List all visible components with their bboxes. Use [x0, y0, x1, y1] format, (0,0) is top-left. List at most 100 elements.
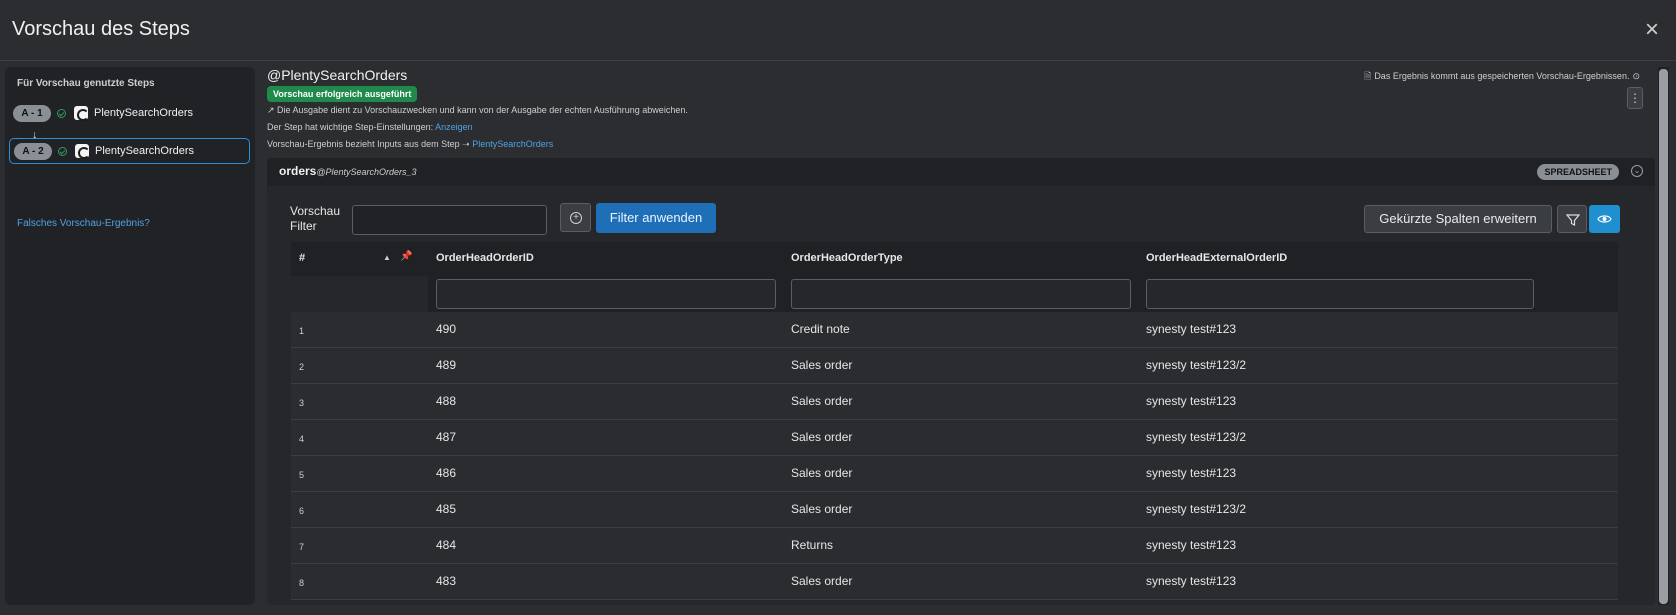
- inputs-line: Vorschau-Ergebnis bezieht Inputs aus dem…: [267, 139, 553, 150]
- preview-filter-label: Vorschau Filter: [290, 204, 340, 234]
- col-header-index: #: [299, 252, 306, 264]
- order-type-cell: Credit note: [791, 322, 850, 336]
- order-id-filter-input[interactable]: [436, 279, 776, 309]
- order-type-cell: Sales order: [791, 430, 853, 444]
- order-type-cell: Returns: [791, 538, 834, 552]
- view-toggle-button[interactable]: [1589, 205, 1620, 233]
- order-type-cell: Sales order: [791, 502, 853, 516]
- sort-asc-icon[interactable]: ▲: [383, 253, 391, 262]
- main-scrollbar-thumb[interactable]: [1659, 69, 1668, 604]
- col-header-order-id[interactable]: OrderHeadOrderID: [436, 252, 534, 264]
- row-index: 4: [299, 434, 305, 444]
- filter-toggle-button[interactable]: [1557, 205, 1587, 233]
- document-icon: 🗎: [1364, 71, 1372, 81]
- step-badge: A - 1: [13, 104, 51, 122]
- order-id-cell: 483: [436, 574, 457, 588]
- input-step-link[interactable]: PlentySearchOrders: [472, 139, 553, 149]
- collapse-icon[interactable]: ⌄: [1631, 165, 1643, 177]
- filter-label-line2: Filter: [290, 219, 317, 233]
- order-type-cell: Sales order: [791, 358, 853, 372]
- table-row[interactable]: 6 485 Sales order synesty test#123/2: [291, 492, 1618, 528]
- preview-disclaimer: ↗ Die Ausgabe dient zu Vorschauzwecken u…: [267, 105, 688, 115]
- order-type-cell: Sales order: [791, 574, 853, 588]
- spreadsheet-panel: orders@PlentySearchOrders_3 SPREADSHEET …: [267, 158, 1655, 605]
- plus-circle-icon: +: [570, 212, 582, 224]
- check-circle-icon: [58, 146, 67, 156]
- external-id-cell: synesty test#123: [1146, 322, 1237, 336]
- row-index: 8: [299, 578, 305, 588]
- status-badge: Vorschau erfolgreich ausgeführt: [267, 86, 418, 102]
- order-id-cell: 484: [436, 538, 457, 552]
- column-filter-row: [291, 276, 1618, 312]
- step-badge: A - 2: [14, 142, 52, 160]
- row-index: 5: [299, 470, 305, 480]
- order-type-cell: Sales order: [791, 466, 853, 480]
- expand-columns-button[interactable]: Gekürzte Spalten erweitern: [1364, 205, 1552, 233]
- table-row[interactable]: 8 483 Sales order synesty test#123: [291, 564, 1618, 600]
- preview-main: @PlentySearchOrders Vorschau erfolgreich…: [267, 67, 1657, 605]
- filter-label-line1: Vorschau: [290, 204, 341, 218]
- check-circle-icon: [57, 108, 66, 118]
- external-id-cell: synesty test#123: [1146, 466, 1237, 480]
- show-settings-link[interactable]: Anzeigen: [435, 122, 473, 132]
- order-id-cell: 490: [436, 322, 457, 336]
- external-id-cell: synesty test#123/2: [1146, 502, 1247, 516]
- row-index: 2: [299, 362, 305, 372]
- table-row[interactable]: 1 490 Credit note synesty test#123: [291, 312, 1618, 348]
- row-index: 6: [299, 506, 305, 516]
- dataset-name: orders: [279, 164, 317, 178]
- step-label: PlentySearchOrders: [94, 107, 194, 119]
- table-row[interactable]: 4 487 Sales order synesty test#123/2: [291, 420, 1618, 456]
- col-header-order-type[interactable]: OrderHeadOrderType: [791, 252, 903, 264]
- step-item-a1[interactable]: A - 1 PlentySearchOrders: [9, 100, 250, 126]
- plentymarkets-icon: [75, 144, 90, 159]
- saved-result-note: 🗎 Das Ergebnis kommt aus gespeicherten Vo…: [1361, 69, 1643, 85]
- add-filter-button[interactable]: +: [560, 203, 591, 232]
- data-grid: # ▲ 📌 OrderHeadOrderID OrderHeadOrderTyp…: [291, 242, 1618, 605]
- step-item-a2[interactable]: A - 2 PlentySearchOrders: [9, 138, 250, 164]
- step-name: @PlentySearchOrders: [267, 67, 408, 83]
- external-id-cell: synesty test#123/2: [1146, 358, 1247, 372]
- order-id-cell: 487: [436, 430, 457, 444]
- table-row[interactable]: 2 489 Sales order synesty test#123/2: [291, 348, 1618, 384]
- table-row[interactable]: 3 488 Sales order synesty test#123: [291, 384, 1618, 420]
- order-id-cell: 488: [436, 394, 457, 408]
- dataset-source: @PlentySearchOrders_3: [316, 167, 417, 177]
- row-index: 1: [299, 326, 305, 336]
- spreadsheet-badge: SPREADSHEET: [1537, 164, 1619, 180]
- order-id-cell: 485: [436, 502, 457, 516]
- external-id-cell: synesty test#123: [1146, 538, 1237, 552]
- table-row[interactable]: 7 484 Returns synesty test#123: [291, 528, 1618, 564]
- inputs-text: Vorschau-Ergebnis bezieht Inputs aus dem…: [267, 139, 470, 149]
- close-button[interactable]: ×: [1640, 18, 1664, 42]
- more-options-button[interactable]: ⋮: [1627, 87, 1643, 109]
- order-type-filter-input[interactable]: [791, 279, 1131, 309]
- modal-title: Vorschau des Steps: [12, 18, 190, 40]
- row-index: 7: [299, 542, 305, 552]
- order-id-cell: 489: [436, 358, 457, 372]
- step-label: PlentySearchOrders: [95, 145, 195, 157]
- plentymarkets-icon: [74, 106, 89, 121]
- external-id-cell: synesty test#123: [1146, 394, 1237, 408]
- eye-icon: [1597, 215, 1612, 223]
- settings-text: Der Step hat wichtige Step-Einstellungen…: [267, 122, 434, 132]
- external-id-cell: synesty test#123: [1146, 574, 1237, 588]
- sidebar-title: Für Vorschau genutzte Steps: [17, 78, 155, 89]
- external-id-filter-input[interactable]: [1146, 279, 1534, 309]
- order-type-cell: Sales order: [791, 394, 853, 408]
- panel-title: orders@PlentySearchOrders_3: [279, 164, 417, 178]
- pin-icon[interactable]: 📌: [400, 251, 412, 262]
- col-header-external-id[interactable]: OrderHeadExternalOrderID: [1146, 252, 1287, 264]
- row-index: 3: [299, 398, 305, 408]
- panel-header: orders@PlentySearchOrders_3 SPREADSHEET …: [267, 158, 1655, 186]
- external-id-cell: synesty test#123/2: [1146, 430, 1247, 444]
- saved-note-text: Das Ergebnis kommt aus gespeicherten Vor…: [1374, 71, 1630, 81]
- table-row[interactable]: 5 486 Sales order synesty test#123: [291, 456, 1618, 492]
- apply-filter-button[interactable]: Filter anwenden: [596, 203, 716, 233]
- wrong-result-link[interactable]: Falsches Vorschau-Ergebnis?: [17, 218, 150, 229]
- modal-header: Vorschau des Steps ×: [0, 0, 1676, 61]
- preview-filter-input[interactable]: [352, 205, 547, 235]
- funnel-icon: [1566, 214, 1580, 226]
- help-icon[interactable]: ⊙: [1632, 71, 1640, 82]
- steps-sidebar: Für Vorschau genutzte Steps A - 1 Plenty…: [5, 67, 255, 605]
